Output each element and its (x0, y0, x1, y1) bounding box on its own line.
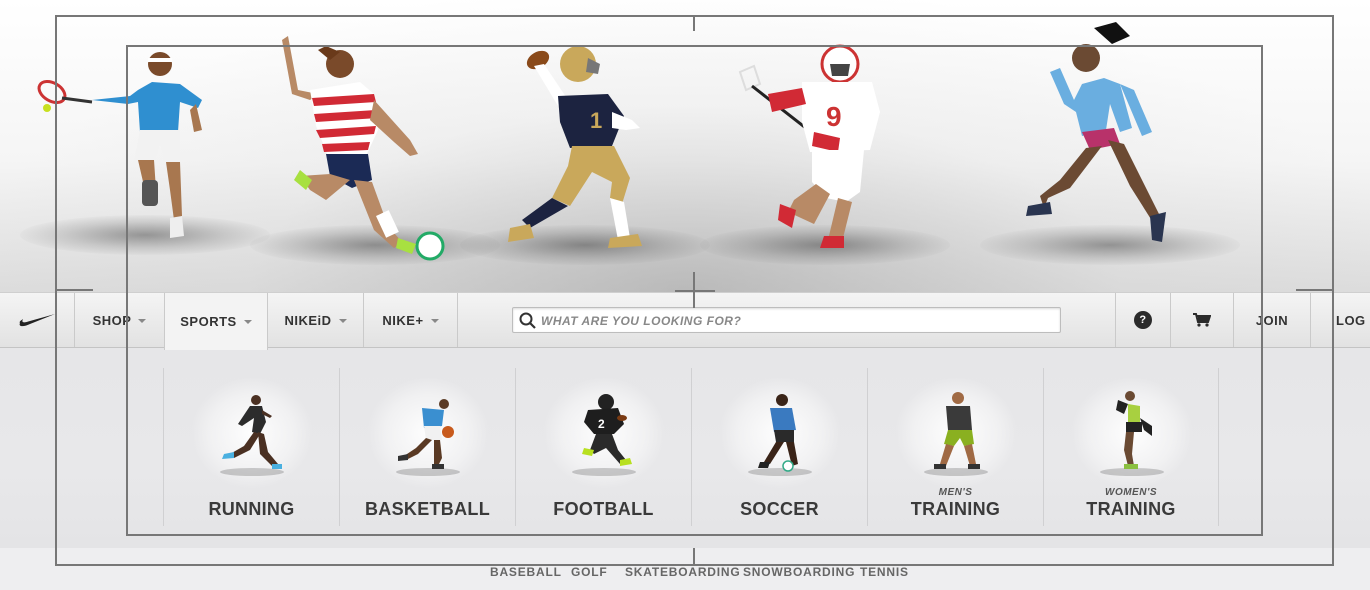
sports-flyout: RUNNING BASKETBALL 2 FOOTBALL SOCCER MEN… (0, 348, 1370, 548)
mens-training-athlete-icon (924, 392, 988, 476)
help-button[interactable]: ? (1115, 293, 1171, 347)
football-player-image: 1 (508, 46, 642, 248)
nav-sports[interactable]: SPORTS (164, 293, 268, 350)
sport-tile-womens-training[interactable]: WOMEN'S TRAINING (1043, 368, 1219, 526)
tennis-player-image (37, 52, 202, 238)
sport-label: FOOTBALL (553, 499, 654, 519)
search-input[interactable] (539, 308, 1058, 334)
football-athlete-icon: 2 (572, 394, 636, 476)
runner-image (1026, 22, 1166, 242)
nav-sports-label: SPORTS (180, 314, 237, 329)
soccer-athlete-icon (748, 394, 812, 476)
nav-nikeid-label: NIKEiD (284, 312, 332, 328)
cart-icon (1193, 313, 1211, 327)
search-box[interactable] (512, 307, 1061, 334)
cart-button[interactable] (1171, 293, 1234, 347)
login-label: LOG IN (1336, 312, 1370, 328)
sport-tile-running[interactable]: RUNNING (163, 368, 339, 526)
lacrosse-player-image: 9 (738, 44, 880, 248)
chevron-down-icon (243, 320, 252, 324)
nike-logo-link[interactable] (0, 293, 75, 347)
womens-training-athlete-icon (1100, 391, 1164, 476)
running-athlete-icon (220, 395, 284, 476)
more-sports-bar: BASEBALL GOLF SKATEBOARDING SNOWBOARDING… (0, 548, 1370, 590)
join-link[interactable]: JOIN (1234, 293, 1311, 347)
join-label: JOIN (1255, 312, 1289, 328)
sport-label: BASKETBALL (365, 499, 490, 519)
svg-text:2: 2 (598, 417, 605, 431)
nike-swoosh-icon (19, 314, 55, 327)
sport-prefix: MEN'S (938, 487, 973, 498)
basketball-athlete-icon (396, 399, 460, 476)
nav-nikeplus[interactable]: NIKE+ (364, 293, 458, 347)
soccer-player-image (282, 36, 445, 261)
nav-shop-label: SHOP (92, 312, 132, 328)
nav-nikeplus-label: NIKE+ (382, 312, 424, 328)
login-link[interactable]: LOG IN (1311, 293, 1370, 347)
sport-tile-football[interactable]: 2 FOOTBALL (515, 368, 691, 526)
svg-text:9: 9 (826, 101, 842, 132)
nav-shop[interactable]: SHOP (75, 293, 165, 347)
hero-banner: 1 9 (0, 0, 1370, 292)
more-sport-link[interactable]: SNOWBOARDING (743, 565, 855, 579)
nav-nikeid[interactable]: NIKEiD (268, 293, 364, 347)
search-icon (519, 312, 536, 329)
sport-tile-basketball[interactable]: BASKETBALL (339, 368, 515, 526)
sport-prefix: WOMEN'S (1105, 487, 1157, 498)
sport-label: RUNNING (208, 499, 295, 519)
sport-tile-mens-training[interactable]: MEN'S TRAINING (867, 368, 1043, 526)
more-sport-link[interactable]: SKATEBOARDING (625, 565, 741, 579)
more-sport-link[interactable]: BASEBALL (490, 565, 562, 579)
sport-label: SOCCER (740, 499, 819, 519)
more-sport-link[interactable]: TENNIS (860, 565, 909, 579)
sport-label: TRAINING (1086, 499, 1176, 519)
global-nav: SHOP SPORTS NIKEiD NIKE+ ? JOIN LOG IN (0, 292, 1370, 350)
sport-label: TRAINING (910, 499, 1001, 519)
more-sport-link[interactable]: GOLF (571, 565, 608, 579)
chevron-down-icon (138, 318, 147, 323)
svg-text:1: 1 (590, 108, 602, 133)
chevron-down-icon (338, 318, 347, 323)
chevron-down-icon (430, 318, 439, 323)
sport-tile-soccer[interactable]: SOCCER (691, 368, 867, 526)
help-icon: ? (1134, 311, 1152, 329)
